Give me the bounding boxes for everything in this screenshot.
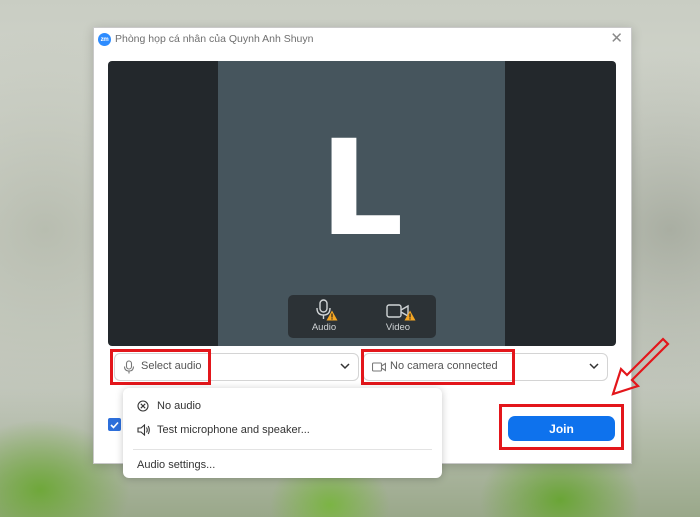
check-icon <box>110 421 119 429</box>
speaker-icon <box>137 424 150 436</box>
menu-item-audio-settings[interactable]: Audio settings... <box>123 454 442 476</box>
warning-icon <box>326 310 338 321</box>
audio-highlight-box <box>110 349 211 385</box>
option-checkbox[interactable] <box>108 418 121 431</box>
warning-icon <box>404 310 416 321</box>
menu-item-label: Test microphone and speaker... <box>157 424 310 436</box>
video-highlight-box <box>361 349 515 385</box>
audio-options-menu: No audio Test microphone and speaker... … <box>123 388 442 478</box>
zoom-logo-icon: zm <box>98 33 111 46</box>
audio-toggle[interactable]: Audio <box>294 298 354 333</box>
avatar-initial: L <box>319 112 404 266</box>
menu-item-label: Audio settings... <box>137 459 216 471</box>
join-highlight-box <box>499 404 624 450</box>
close-icon[interactable]: ✕ <box>610 31 623 46</box>
chevron-down-icon <box>589 363 599 370</box>
video-label: Video <box>385 322 411 333</box>
video-preview: L Audio Video <box>108 61 616 346</box>
menu-item-label: No audio <box>157 400 202 412</box>
menu-item-test-audio[interactable]: Test microphone and speaker... <box>123 419 442 441</box>
title-bar: zm Phòng họp cá nhân của Quynh Anh Shuyn… <box>94 28 631 52</box>
menu-divider <box>133 449 432 450</box>
media-controls: Audio Video <box>288 295 436 338</box>
no-audio-icon <box>137 400 149 412</box>
menu-item-no-audio[interactable]: No audio <box>123 395 442 417</box>
video-toggle[interactable]: Video <box>368 298 428 333</box>
chevron-down-icon <box>340 363 350 370</box>
arrow-annotation-icon <box>611 337 670 396</box>
audio-label: Audio <box>311 322 337 333</box>
window-title: Phòng họp cá nhân của Quynh Anh Shuyn <box>115 33 314 45</box>
